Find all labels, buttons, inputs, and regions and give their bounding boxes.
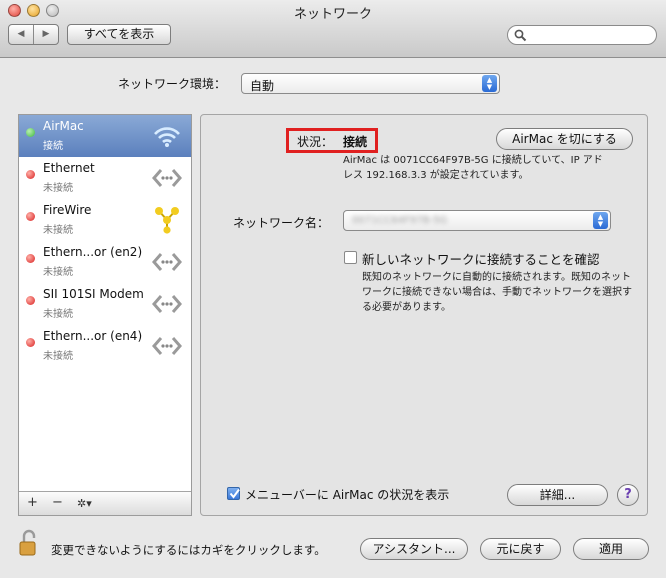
location-label: ネットワーク環境： [118,77,227,91]
service-name: AirMac [43,119,84,133]
service-list-toolbar: + − ✲▾ [19,491,191,515]
show-all-button[interactable]: すべてを表示 [67,24,171,45]
service-list: AirMac 接続 Ethernet 未接続 FireWire 未接続 Ethe… [18,114,192,516]
confirm-description-line2: ワークに接続できない場合は、手動でネットワークを選択す [362,287,632,298]
service-status: 未接続 [43,183,73,194]
lock-icon[interactable] [18,528,40,558]
service-name: SII 101SI Modem [43,287,144,301]
status-dot-icon [26,296,35,305]
status-dot-icon [26,254,35,263]
service-item-ethernet-en4[interactable]: Ethern...or (en4) 未接続 [19,325,191,367]
confirm-new-network-label: 新しいネットワークに接続することを確認 [362,252,600,267]
network-name-value: 0071CC64F97B-5G [352,215,448,226]
ethernet-icon [152,253,182,271]
service-status: 接続 [43,141,63,152]
advanced-button[interactable]: 詳細... [507,484,608,506]
wifi-icon [154,127,180,147]
service-status: 未接続 [43,267,73,278]
status-dot-icon [26,170,35,179]
network-name-label: ネットワーク名： [233,216,330,230]
service-name: Ethern...or (en2) [43,245,143,259]
confirm-new-network-checkbox[interactable] [344,251,357,264]
service-status: 未接続 [43,225,73,236]
service-name: Ethern...or (en4) [43,329,143,343]
location-popup[interactable]: 自動 ▲ ▼ [241,73,500,94]
status-dot-icon [26,338,35,347]
service-item-modem[interactable]: SII 101SI Modem 未接続 [19,283,191,325]
lock-instruction-text: 変更できないようにするにはカギをクリックします。 [51,543,326,557]
window-title: ネットワーク [293,7,372,22]
checkmark-icon [229,488,240,499]
back-button[interactable]: ◀ [9,25,33,44]
popup-arrows-icon: ▲ ▼ [593,212,608,229]
search-icon [514,29,527,42]
search-input[interactable] [507,25,657,45]
status-dot-icon [26,212,35,221]
airmac-off-button[interactable]: AirMac を切にする [496,128,633,150]
forward-button[interactable]: ▶ [33,25,58,44]
service-item-ethernet-en2[interactable]: Ethern...or (en2) 未接続 [19,241,191,283]
ethernet-icon [152,169,182,187]
confirm-description-line3: る必要があります。 [362,302,451,313]
service-name: FireWire [43,203,92,217]
remove-service-button[interactable]: − [52,495,63,510]
apply-button[interactable]: 適用 [573,538,649,560]
show-menubar-checkbox[interactable] [227,487,240,500]
assistant-button[interactable]: アシスタント... [360,538,468,560]
status-dot-icon [26,128,35,137]
status-description-line2: レス 192.168.3.3 が設定されています。 [343,170,529,181]
service-item-airmac[interactable]: AirMac 接続 [19,115,191,157]
add-service-button[interactable]: + [27,495,38,510]
status-label: 状況： [297,135,334,149]
popup-arrows-icon: ▲ ▼ [482,75,497,92]
service-item-ethernet[interactable]: Ethernet 未接続 [19,157,191,199]
modem-icon [152,295,182,313]
confirm-description-line1: 既知のネットワークに自動的に接続されます。既知のネット [362,272,631,283]
service-name: Ethernet [43,161,95,175]
location-value: 自動 [250,79,275,93]
service-status: 未接続 [43,351,73,362]
show-menubar-label: メニューバーに AirMac の状況を表示 [245,488,450,502]
status-value: 接続 [343,135,368,149]
back-forward-control[interactable]: ◀ ▶ [8,24,59,45]
help-button[interactable]: ? [617,484,639,506]
revert-button[interactable]: 元に戻す [480,538,561,560]
action-menu-button[interactable]: ✲▾ [77,497,92,510]
network-name-popup[interactable]: 0071CC64F97B-5G ▲ ▼ [343,210,611,231]
service-status: 未接続 [43,309,73,320]
ethernet-icon [152,337,182,355]
service-item-firewire[interactable]: FireWire 未接続 [19,199,191,241]
firewire-icon [155,207,179,234]
status-description-line1: AirMac は 0071CC64F97B-5G に接続していて、IP アド [343,155,603,166]
